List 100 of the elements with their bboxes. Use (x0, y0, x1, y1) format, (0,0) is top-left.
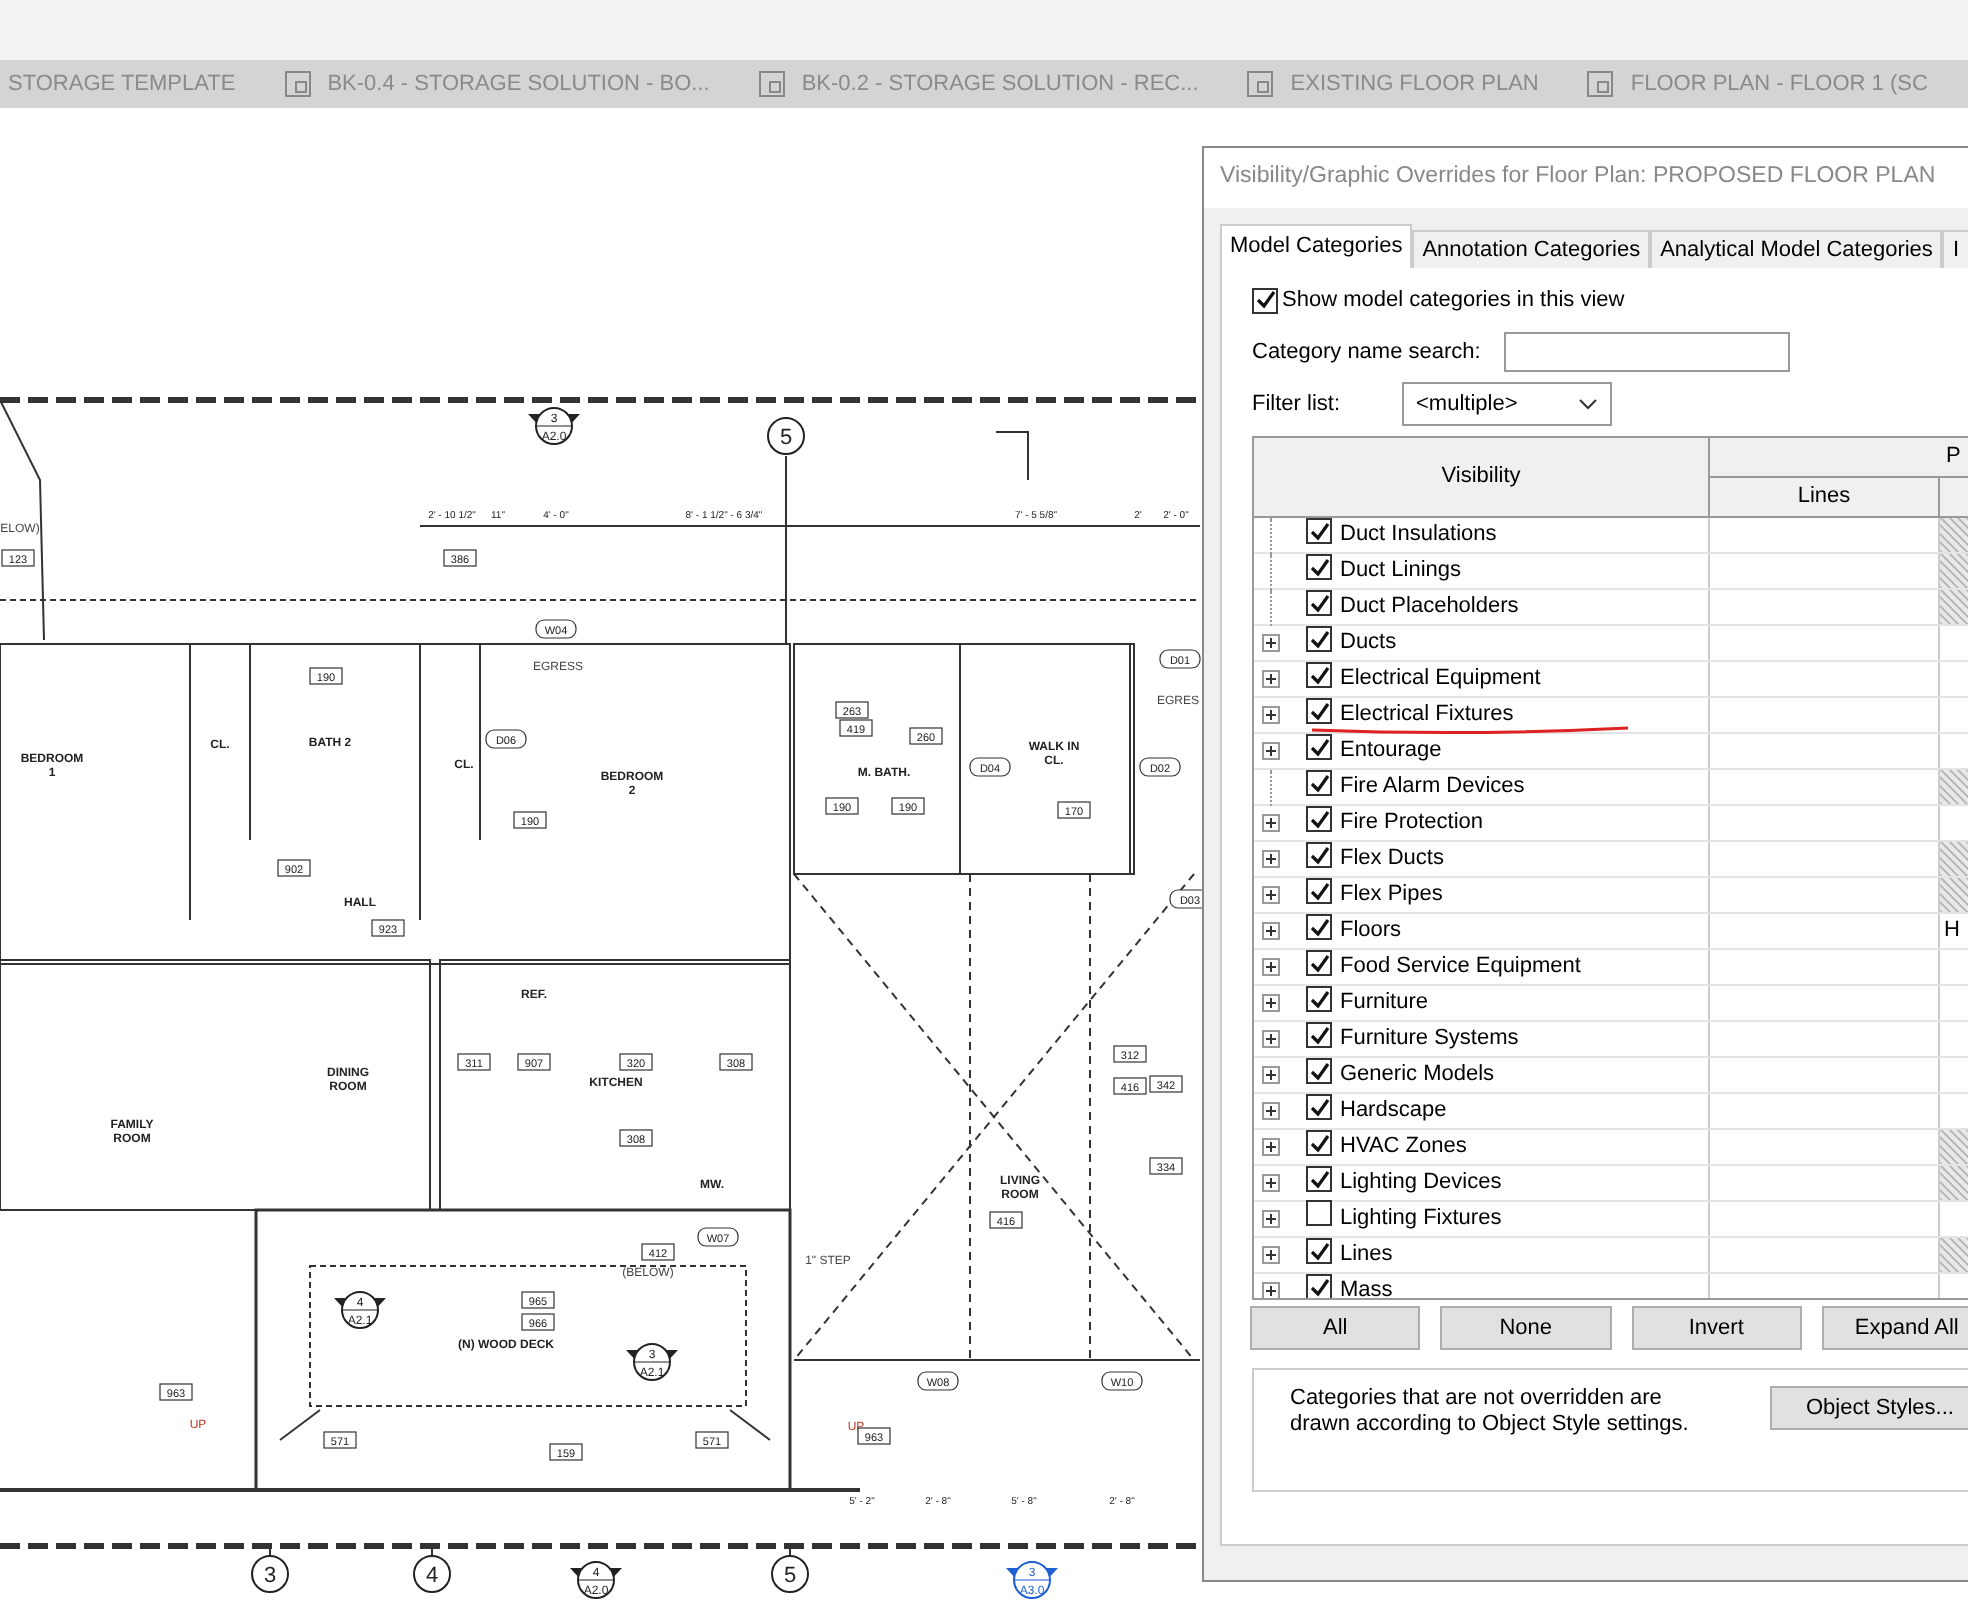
expand-icon[interactable] (1261, 958, 1279, 976)
dialog-tab[interactable]: Model Categories (1220, 224, 1413, 268)
visibility-checkbox[interactable] (1306, 734, 1332, 760)
visibility-checkbox[interactable] (1306, 1200, 1332, 1227)
show-categories-checkbox[interactable] (1252, 287, 1278, 313)
expand-icon[interactable] (1261, 742, 1279, 760)
category-name: Fire Protection (1340, 808, 1484, 839)
category-row[interactable]: Floors H (1254, 914, 1968, 950)
category-name: HVAC Zones (1340, 1132, 1467, 1163)
category-name: Lighting Fixtures (1340, 1204, 1502, 1235)
visibility-checkbox[interactable] (1306, 878, 1332, 904)
category-search-field[interactable] (1504, 332, 1790, 372)
expand-icon[interactable] (1261, 886, 1279, 904)
category-name: Fire Alarm Devices (1340, 772, 1525, 803)
expand-icon[interactable] (1261, 1066, 1279, 1084)
checkbox-label: Show model categories in this view (1282, 285, 1625, 316)
category-name: Flex Ducts (1340, 844, 1444, 875)
category-row[interactable]: Electrical Fixtures (1254, 698, 1968, 734)
expand-icon[interactable] (1261, 994, 1279, 1012)
visibility-checkbox[interactable] (1306, 518, 1332, 544)
expand-icon[interactable] (1261, 634, 1279, 652)
sheet-icon (1586, 70, 1615, 98)
category-row[interactable]: Food Service Equipment (1254, 950, 1968, 986)
category-name: Food Service Equipment (1340, 952, 1581, 983)
visibility-checkbox[interactable] (1306, 914, 1332, 940)
category-row[interactable]: Lines (1254, 1238, 1968, 1274)
dialog-tab[interactable]: Analytical Model Categories (1650, 230, 1943, 268)
category-row[interactable]: Furniture Systems (1254, 1022, 1968, 1058)
category-name: Electrical Equipment (1340, 664, 1541, 695)
category-row[interactable]: Electrical Equipment (1254, 662, 1968, 698)
visibility-checkbox[interactable] (1306, 1238, 1332, 1264)
category-name: Electrical Fixtures (1340, 700, 1514, 731)
category-row[interactable]: Fire Protection (1254, 806, 1968, 842)
category-name: Duct Placeholders (1340, 592, 1519, 623)
expand-icon[interactable] (1261, 922, 1279, 940)
visibility-checkbox[interactable] (1306, 950, 1332, 976)
visibility-checkbox[interactable] (1306, 842, 1332, 868)
category-row[interactable]: Flex Ducts (1254, 842, 1968, 878)
dialog-tab[interactable]: I (1942, 230, 1968, 268)
category-row[interactable]: Generic Models (1254, 1058, 1968, 1094)
expand-icon[interactable] (1261, 1102, 1279, 1120)
expand-icon[interactable] (1261, 706, 1279, 724)
category-row[interactable]: Flex Pipes (1254, 878, 1968, 914)
visibility-checkbox[interactable] (1306, 806, 1332, 832)
expand-icon[interactable] (1261, 1210, 1279, 1228)
sheet-icon (283, 70, 312, 98)
visibility-checkbox[interactable] (1306, 626, 1332, 652)
action-button[interactable]: Expand All (1821, 1306, 1968, 1350)
expand-icon[interactable] (1261, 814, 1279, 832)
category-row[interactable]: Duct Linings (1254, 554, 1968, 590)
category-name: Mass (1340, 1276, 1393, 1298)
chevron-down-icon (1578, 398, 1598, 410)
column-group-header: P (1710, 438, 1968, 478)
grid-bubble: 3 (251, 1555, 289, 1593)
category-row[interactable]: Fire Alarm Devices (1254, 770, 1968, 806)
expand-icon[interactable] (1261, 850, 1279, 868)
dialog-tab[interactable]: Annotation Categories (1412, 230, 1651, 268)
category-row[interactable]: Lighting Fixtures (1254, 1202, 1968, 1238)
expand-icon[interactable] (1261, 1138, 1279, 1156)
expand-icon[interactable] (1261, 1030, 1279, 1048)
search-label: Category name search: (1252, 337, 1483, 368)
visibility-checkbox[interactable] (1306, 1022, 1332, 1048)
visibility-checkbox[interactable] (1306, 1274, 1332, 1298)
object-styles-button[interactable]: Object Styles... (1770, 1386, 1968, 1430)
visibility-checkbox[interactable] (1306, 590, 1332, 616)
category-row[interactable]: Ducts (1254, 626, 1968, 662)
category-row[interactable]: Duct Placeholders (1254, 590, 1968, 626)
visibility-checkbox[interactable] (1306, 770, 1332, 796)
info-text: Categories that are not overridden are drawn according to Object Style settings. (1290, 1386, 1691, 1438)
sheet-icon (757, 70, 786, 98)
visibility-checkbox[interactable] (1306, 1094, 1332, 1120)
visibility-checkbox[interactable] (1306, 1166, 1332, 1192)
grid-bubble: 5 (771, 1555, 809, 1593)
category-row[interactable]: Duct Insulations (1254, 518, 1968, 554)
category-row[interactable]: Lighting Devices (1254, 1166, 1968, 1202)
action-button[interactable]: Invert (1631, 1306, 1802, 1350)
category-row[interactable]: Entourage (1254, 734, 1968, 770)
expand-icon[interactable] (1261, 1174, 1279, 1192)
category-name: Entourage (1340, 736, 1442, 767)
category-name: Hardscape (1340, 1096, 1447, 1127)
action-button[interactable]: All (1250, 1306, 1421, 1350)
category-name: Duct Linings (1340, 556, 1462, 587)
expand-icon[interactable] (1261, 670, 1279, 688)
action-button[interactable]: None (1440, 1306, 1611, 1350)
category-name: Duct Insulations (1340, 520, 1497, 551)
filter-dropdown[interactable]: <multiple> (1402, 382, 1612, 426)
dialog-title: Visibility/Graphic Overrides for Floor Plan: PROPOSED FLOOR PLAN (1204, 148, 1968, 208)
expand-icon[interactable] (1261, 1246, 1279, 1264)
visibility-checkbox[interactable] (1306, 698, 1332, 724)
category-row[interactable]: Hardscape (1254, 1094, 1968, 1130)
visibility-checkbox[interactable] (1306, 1058, 1332, 1084)
visibility-checkbox[interactable] (1306, 1130, 1332, 1156)
expand-icon[interactable] (1261, 1282, 1279, 1298)
category-row[interactable]: Furniture (1254, 986, 1968, 1022)
category-name: Furniture (1340, 988, 1429, 1019)
visibility-checkbox[interactable] (1306, 662, 1332, 688)
visibility-checkbox[interactable] (1306, 986, 1332, 1012)
visibility-checkbox[interactable] (1306, 554, 1332, 580)
category-row[interactable]: HVAC Zones (1254, 1130, 1968, 1166)
column-header: Visibility (1254, 438, 1710, 516)
